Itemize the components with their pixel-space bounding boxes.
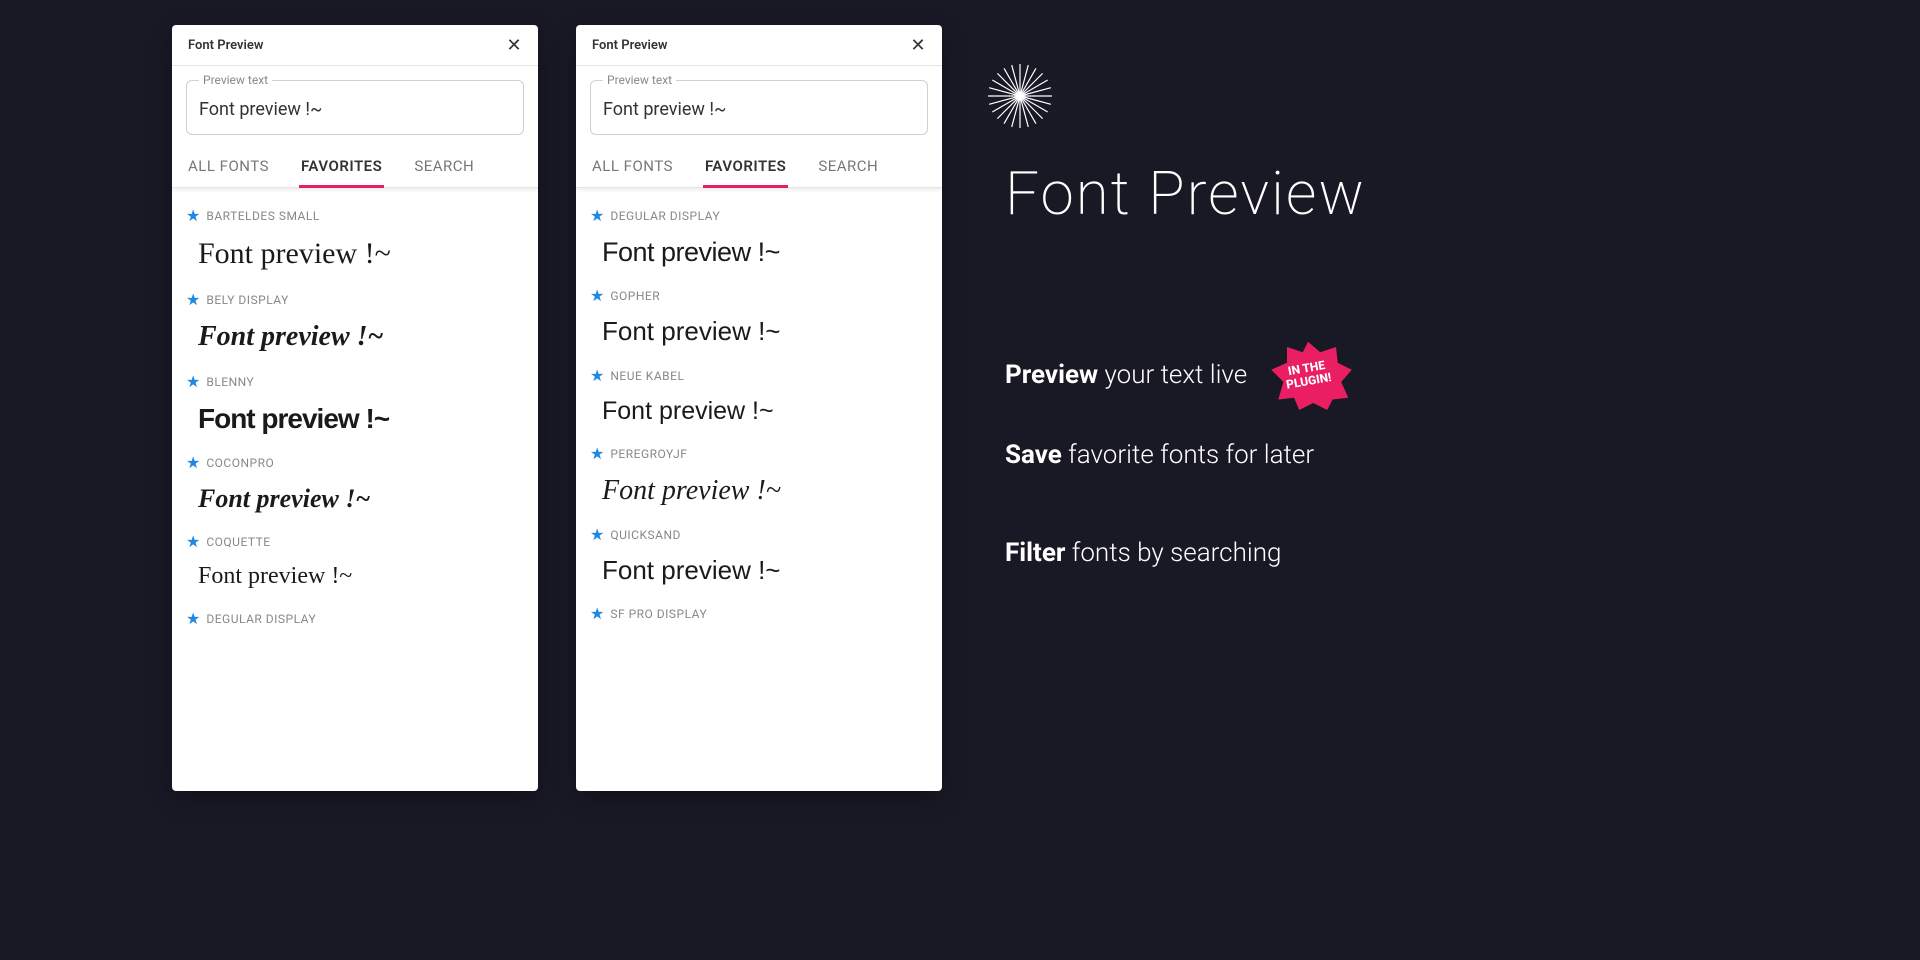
font-name-label: QUICKSAND xyxy=(610,528,681,542)
preview-label: Preview text xyxy=(603,73,676,87)
tab-all-fonts[interactable]: ALL FONTS xyxy=(590,149,675,187)
font-item[interactable]: ★ COQUETTE Font preview !~ xyxy=(186,522,524,599)
font-sample: Font preview !~ xyxy=(590,474,928,508)
font-name-label: BELY DISPLAY xyxy=(206,293,288,307)
star-icon[interactable]: ★ xyxy=(590,527,604,543)
star-icon[interactable]: ★ xyxy=(590,288,604,304)
font-item[interactable]: ★ BLENNY Font preview !~ xyxy=(186,362,524,444)
preview-text-input[interactable] xyxy=(603,99,915,120)
feature-text: favorite fonts for later xyxy=(1062,440,1314,470)
font-name-label: SF PRO DISPLAY xyxy=(610,607,707,621)
font-preview-panel-left: Font Preview ✕ Preview text ALL FONTS FA… xyxy=(172,25,538,791)
feature-text: your text live xyxy=(1098,360,1247,390)
badge-in-the-plugin: IN THEPLUGIN! xyxy=(1263,340,1353,410)
star-icon[interactable]: ★ xyxy=(590,606,604,622)
font-item[interactable]: ★ NEUE KABEL Font preview !~ xyxy=(590,356,928,434)
font-item[interactable]: ★ DEGULAR DISPLAY Font preview !~ xyxy=(590,196,928,276)
font-sample: Font preview !~ xyxy=(186,236,524,272)
font-name-label: DEGULAR DISPLAY xyxy=(610,209,720,223)
font-sample: Font preview !~ xyxy=(186,483,524,514)
font-item[interactable]: ★ GOPHER Font preview !~ xyxy=(590,276,928,355)
feature-preview: Preview your text live IN THEPLUGIN! xyxy=(1005,340,1353,410)
tab-favorites[interactable]: FAVORITES xyxy=(703,149,788,187)
hero-title: Font Preview xyxy=(1005,158,1366,229)
panel-title: Font Preview xyxy=(592,38,668,53)
font-name-label: BLENNY xyxy=(206,375,254,389)
tabs: ALL FONTS FAVORITES SEARCH xyxy=(576,145,942,188)
star-icon[interactable]: ★ xyxy=(590,446,604,462)
font-list-right[interactable]: ★ DEGULAR DISPLAY Font preview !~ ★ GOPHER Fo… xyxy=(576,188,942,791)
tabs: ALL FONTS FAVORITES SEARCH xyxy=(172,145,538,188)
star-icon[interactable]: ★ xyxy=(186,292,200,308)
font-name-label: PEREGROYJF xyxy=(610,447,687,461)
preview-input-wrap: Preview text xyxy=(576,66,942,145)
font-list-left[interactable]: ★ BARTELDES SMALL Font preview !~ ★ BELY DIS… xyxy=(172,188,538,791)
close-icon[interactable]: ✕ xyxy=(506,37,522,53)
tab-favorites[interactable]: FAVORITES xyxy=(299,149,384,187)
font-name-label: GOPHER xyxy=(610,289,660,303)
font-name-label: COQUETTE xyxy=(206,535,270,549)
feature-bold: Save xyxy=(1005,440,1062,470)
feature-save: Save favorite fonts for later xyxy=(1005,440,1314,470)
star-icon[interactable]: ★ xyxy=(590,208,604,224)
feature-text: fonts by searching xyxy=(1065,538,1281,568)
font-item[interactable]: ★ COCONPRO Font preview !~ xyxy=(186,443,524,522)
feature-bold: Preview xyxy=(1005,360,1098,390)
feature-filter: Filter fonts by searching xyxy=(1005,538,1281,568)
font-sample: Font preview !~ xyxy=(186,562,524,591)
font-item[interactable]: ★ BARTELDES SMALL Font preview !~ xyxy=(186,196,524,280)
star-icon[interactable]: ★ xyxy=(186,208,200,224)
close-icon[interactable]: ✕ xyxy=(910,37,926,53)
star-icon[interactable]: ★ xyxy=(590,368,604,384)
preview-label: Preview text xyxy=(199,73,272,87)
panel-header: Font Preview ✕ xyxy=(172,25,538,66)
font-name-label: COCONPRO xyxy=(206,456,274,470)
font-name-label: NEUE KABEL xyxy=(610,369,684,383)
font-sample: Font preview !~ xyxy=(186,402,524,436)
starburst-icon xyxy=(980,56,1060,136)
panel-header: Font Preview ✕ xyxy=(576,25,942,66)
font-sample: Font preview !~ xyxy=(590,236,928,268)
font-preview-panel-right: Font Preview ✕ Preview text ALL FONTS FA… xyxy=(576,25,942,791)
font-name-label: DEGULAR DISPLAY xyxy=(206,612,316,626)
star-icon[interactable]: ★ xyxy=(186,374,200,390)
star-icon[interactable]: ★ xyxy=(186,611,200,627)
preview-field: Preview text xyxy=(590,80,928,135)
preview-text-input[interactable] xyxy=(199,99,511,120)
preview-input-wrap: Preview text xyxy=(172,66,538,145)
tab-all-fonts[interactable]: ALL FONTS xyxy=(186,149,271,187)
tab-search[interactable]: SEARCH xyxy=(412,149,476,187)
font-item[interactable]: ★ QUICKSAND Font preview !~ xyxy=(590,515,928,594)
font-item[interactable]: ★ PEREGROYJF Font preview !~ xyxy=(590,434,928,516)
preview-field: Preview text xyxy=(186,80,524,135)
font-name-label: BARTELDES SMALL xyxy=(206,209,319,223)
star-icon[interactable]: ★ xyxy=(186,534,200,550)
font-sample: Font preview !~ xyxy=(590,316,928,347)
star-icon[interactable]: ★ xyxy=(186,455,200,471)
feature-bold: Filter xyxy=(1005,538,1065,568)
font-item[interactable]: ★ SF PRO DISPLAY xyxy=(590,594,928,642)
font-sample: Font preview !~ xyxy=(186,320,524,354)
font-sample: Font preview !~ xyxy=(590,396,928,426)
tab-search[interactable]: SEARCH xyxy=(816,149,880,187)
panel-title: Font Preview xyxy=(188,38,264,53)
font-sample: Font preview !~ xyxy=(590,555,928,586)
font-item[interactable]: ★ BELY DISPLAY Font preview !~ xyxy=(186,280,524,362)
font-item[interactable]: ★ DEGULAR DISPLAY xyxy=(186,599,524,647)
